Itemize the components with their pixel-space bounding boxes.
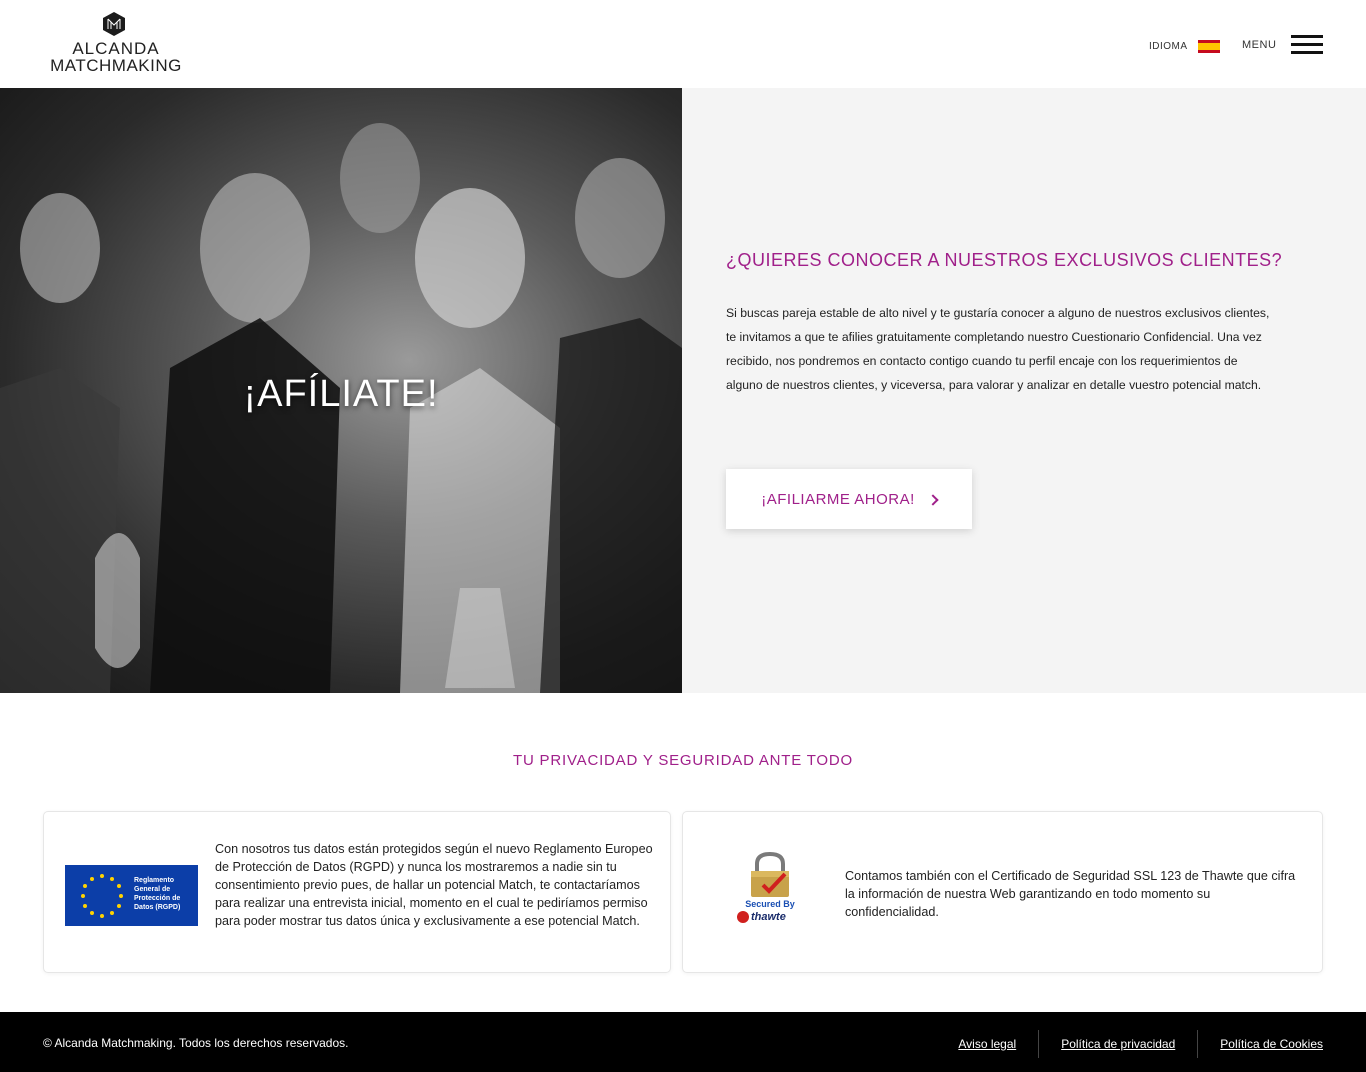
language-selector[interactable]: IDIOMA <box>1149 40 1220 53</box>
menu-label: MENU <box>1242 39 1277 51</box>
gdpr-badge-text: Reglamento General de Protección de Dato… <box>134 877 181 911</box>
logo-mark-icon <box>103 12 125 36</box>
gdpr-badge: Reglamento General de Protección de Dato… <box>65 865 198 926</box>
ssl-secured-by: Secured By <box>745 899 795 909</box>
privacy-section-title: TU PRIVACIDAD Y SEGURIDAD ANTE TODO <box>512 752 853 769</box>
chevron-right-icon <box>927 493 939 506</box>
thawte-logo: thawte <box>737 911 786 924</box>
logo-text-line2: MATCHMAKING <box>50 56 182 75</box>
spain-flag-icon <box>1197 40 1220 53</box>
gdpr-card: Reglamento General de Protección de Dato… <box>43 811 671 973</box>
join-description: Si buscas pareja estable de alto nivel y… <box>726 306 1270 392</box>
thawte-brand: thawte <box>751 911 786 923</box>
padlock-icon <box>751 851 789 897</box>
ssl-card: Secured By thawte Contamos también con e… <box>682 811 1323 973</box>
site-footer: © Alcanda Matchmaking. Todos los derecho… <box>0 1012 1366 1072</box>
copyright-text: © Alcanda Matchmaking. Todos los derecho… <box>43 1036 349 1050</box>
footer-links: Aviso legal Política de privacidad Polít… <box>936 1030 1323 1058</box>
menu-button[interactable]: MENU <box>1242 35 1324 55</box>
join-heading: ¿QUIERES CONOCER A NUESTROS EXCLUSIVOS C… <box>726 250 1283 270</box>
privacy-policy-link[interactable]: Política de privacidad <box>1039 1037 1197 1051</box>
eu-stars-icon <box>81 874 123 918</box>
ssl-description: Contamos también con el Certificado de S… <box>845 869 1296 919</box>
site-header: ALCANDA MATCHMAKING IDIOMA MENU <box>0 0 1366 88</box>
hero-photo: ¡AFÍLIATE! <box>0 88 682 693</box>
hero-image-title: ¡AFÍLIATE! <box>243 373 439 415</box>
join-now-button[interactable]: ¡AFILIARME AHORA! <box>726 469 972 529</box>
gdpr-description: Con nosotros tus datos están protegidos … <box>215 842 653 928</box>
legal-notice-link[interactable]: Aviso legal <box>936 1037 1038 1051</box>
logo[interactable]: ALCANDA MATCHMAKING <box>43 12 189 75</box>
ssl-seal: Secured By thawte <box>733 851 807 934</box>
join-panel: ¿QUIERES CONOCER A NUESTROS EXCLUSIVOS C… <box>682 88 1366 693</box>
language-label: IDIOMA <box>1149 41 1188 52</box>
cookie-policy-link[interactable]: Política de Cookies <box>1198 1037 1323 1051</box>
join-now-label: ¡AFILIARME AHORA! <box>761 490 915 508</box>
hamburger-icon <box>1291 35 1324 55</box>
